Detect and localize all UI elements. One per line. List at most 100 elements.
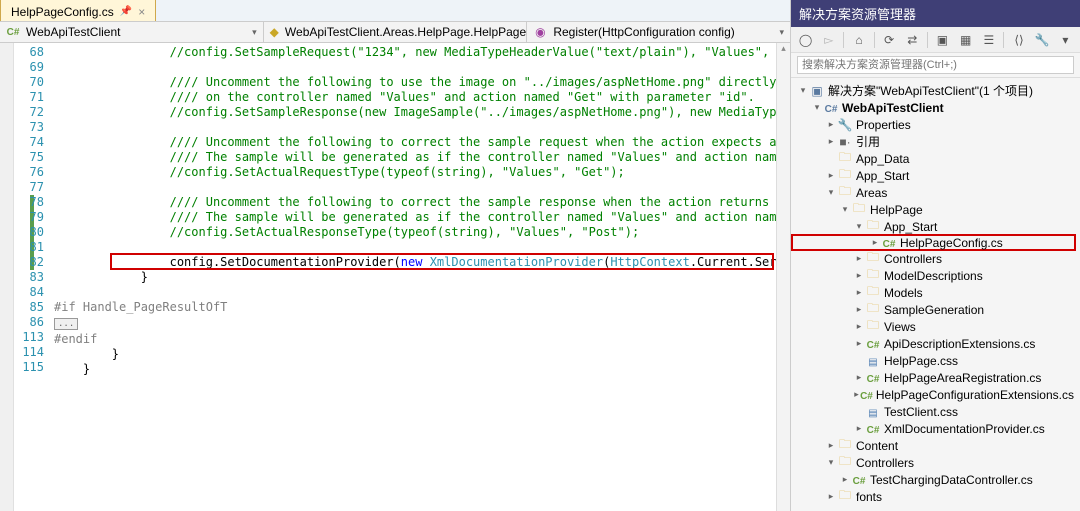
tree-node-views[interactable]: ▸🗀Views xyxy=(791,318,1080,335)
tree-label: Models xyxy=(884,286,923,300)
tree-label: 引用 xyxy=(856,133,880,150)
home-icon[interactable]: ⌂ xyxy=(850,31,867,49)
expand-icon[interactable]: ▾ xyxy=(797,85,809,96)
expand-icon[interactable]: ▸ xyxy=(825,119,837,130)
solution-toolbar: ◯ ▻ ⌂ ⟳ ⇄ ▣ ▦ ☰ ⟨⟩ 🔧 ▾ xyxy=(791,27,1080,53)
tree-node-hpconfig[interactable]: ▸C#HelpPageConfig.cs xyxy=(791,234,1076,251)
expand-icon[interactable]: ▸ xyxy=(853,372,865,383)
sync-icon[interactable]: ⇄ xyxy=(904,31,921,49)
tree-node-hp-appstart[interactable]: ▾🗀App_Start xyxy=(791,218,1080,235)
more-icon[interactable]: ▾ xyxy=(1057,31,1074,49)
expand-icon[interactable]: ▾ xyxy=(839,204,851,215)
tree-node-modeldesc[interactable]: ▸🗀ModelDescriptions xyxy=(791,267,1080,284)
tree-label: Content xyxy=(856,439,898,453)
expand-icon[interactable]: ▸ xyxy=(825,136,837,147)
forward-button[interactable]: ▻ xyxy=(820,31,837,49)
tree-node-apidesc[interactable]: ▸C#ApiDescriptionExtensions.cs xyxy=(791,335,1080,352)
expand-icon[interactable]: ▸ xyxy=(853,287,865,298)
expand-icon[interactable]: ▸ xyxy=(825,440,837,451)
tree-node-areas[interactable]: ▾🗀Areas xyxy=(791,184,1080,201)
expand-icon[interactable]: ▾ xyxy=(811,102,823,113)
class-dropdown[interactable]: C# WebApiTestClient ▾ xyxy=(0,22,264,42)
collapse-icon[interactable]: ▣ xyxy=(934,31,951,49)
tree-label: Controllers xyxy=(884,252,942,266)
expand-icon[interactable]: ▸ xyxy=(853,338,865,349)
expand-icon[interactable]: ▸ xyxy=(853,321,865,332)
tree-node-content[interactable]: ▸🗀Content xyxy=(791,437,1080,454)
wrench-icon: 🔧 xyxy=(837,118,853,132)
class-icon: ◆ xyxy=(270,25,279,39)
preview-icon[interactable]: ⟨⟩ xyxy=(1010,31,1027,49)
expand-icon[interactable]: ▸ xyxy=(853,304,865,315)
chevron-down-icon: ▾ xyxy=(252,27,257,38)
expand-icon[interactable]: ▾ xyxy=(825,457,837,468)
tree-node-project[interactable]: ▾C#WebApiTestClient xyxy=(791,99,1080,116)
expand-icon[interactable]: ▸ xyxy=(853,270,865,281)
cs-icon: C# xyxy=(860,388,873,402)
active-tab[interactable]: HelpPageConfig.cs 📌 × xyxy=(0,0,156,21)
csharp-icon: C# xyxy=(6,25,20,39)
tree-label: Properties xyxy=(856,118,911,132)
tree-node-solution[interactable]: ▾▣解决方案"WebApiTestClient"(1 个项目) xyxy=(791,82,1080,99)
css-icon: ▤ xyxy=(865,405,881,419)
back-button[interactable]: ◯ xyxy=(797,31,814,49)
vertical-scrollbar[interactable]: ▴ xyxy=(776,43,790,511)
solution-explorer: 解决方案资源管理器 ◯ ▻ ⌂ ⟳ ⇄ ▣ ▦ ☰ ⟨⟩ 🔧 ▾ ▾▣解决方案"… xyxy=(790,0,1080,511)
tree-node-hpcss[interactable]: ▤HelpPage.css xyxy=(791,352,1080,369)
search-box xyxy=(791,53,1080,78)
tree-node-controllers[interactable]: ▾🗀Controllers xyxy=(791,454,1080,471)
tree-node-samplegen[interactable]: ▸🗀SampleGeneration xyxy=(791,301,1080,318)
expand-icon[interactable]: ▸ xyxy=(869,237,881,248)
code-editor[interactable]: 6869707172737475767778798081828384858611… xyxy=(0,43,790,511)
tree-node-hp-controllers[interactable]: ▸🗀Controllers xyxy=(791,250,1080,267)
tree-node-references[interactable]: ▸■·引用 xyxy=(791,133,1080,150)
tree-label: HelpPage.css xyxy=(884,354,958,368)
expand-icon[interactable]: ▾ xyxy=(825,187,837,198)
show-all-icon[interactable]: ▦ xyxy=(957,31,974,49)
line-numbers: 6869707172737475767778798081828384858611… xyxy=(14,43,50,511)
wrench-icon[interactable]: 🔧 xyxy=(1034,31,1051,49)
tree-node-tcdc[interactable]: ▸C#TestChargingDataController.cs xyxy=(791,471,1080,488)
close-icon[interactable]: × xyxy=(138,5,145,19)
search-input[interactable] xyxy=(797,56,1074,74)
tree-node-appdata[interactable]: 🗀App_Data xyxy=(791,150,1080,167)
tree-label: Areas xyxy=(856,186,887,200)
tree-node-properties[interactable]: ▸🔧Properties xyxy=(791,116,1080,133)
tree-node-hpar[interactable]: ▸C#HelpPageAreaRegistration.cs xyxy=(791,369,1080,386)
namespace-dropdown[interactable]: ◆ WebApiTestClient.Areas.HelpPage.HelpPa… xyxy=(264,22,528,42)
expand-icon[interactable]: ▾ xyxy=(853,221,865,232)
expand-icon[interactable]: ▸ xyxy=(853,253,865,264)
code-surface[interactable]: //config.SetSampleRequest("1234", new Me… xyxy=(50,43,776,511)
tree-node-helppage[interactable]: ▾🗀HelpPage xyxy=(791,201,1080,218)
tree-node-fonts[interactable]: ▸🗀fonts xyxy=(791,488,1080,505)
tree-node-xdp[interactable]: ▸C#XmlDocumentationProvider.cs xyxy=(791,420,1080,437)
expand-icon[interactable]: ▸ xyxy=(825,170,837,181)
tree-label: App_Start xyxy=(856,169,909,183)
namespace-name: WebApiTestClient.Areas.HelpPage.HelpPage xyxy=(285,25,526,39)
expand-icon[interactable]: ▸ xyxy=(853,423,865,434)
tree-label: Controllers xyxy=(856,456,914,470)
cs-icon: C# xyxy=(881,236,897,250)
member-dropdown[interactable]: ◉ Register(HttpConfiguration config) ▾ xyxy=(527,22,790,42)
panel-title: 解决方案资源管理器 xyxy=(791,0,1080,27)
tree-label: HelpPageConfigurationExtensions.cs xyxy=(876,388,1074,402)
expand-icon[interactable]: ▸ xyxy=(825,491,837,502)
sln-icon: ▣ xyxy=(809,84,825,98)
refresh-icon[interactable]: ⟳ xyxy=(881,31,898,49)
pin-icon[interactable]: 📌 xyxy=(120,6,132,17)
scroll-up-icon[interactable]: ▴ xyxy=(777,43,790,57)
tree-label: TestChargingDataController.cs xyxy=(870,473,1033,487)
tree-label: fonts xyxy=(856,490,882,504)
tree-node-appstart[interactable]: ▸🗀App_Start xyxy=(791,167,1080,184)
proj-icon: C# xyxy=(823,101,839,115)
tab-title: HelpPageConfig.cs xyxy=(11,5,114,19)
expand-icon[interactable]: ▸ xyxy=(853,389,860,400)
cs-icon: C# xyxy=(865,371,881,385)
tree-label: HelpPageConfig.cs xyxy=(900,236,1003,250)
expand-icon[interactable]: ▸ xyxy=(839,474,851,485)
tree-node-tccss[interactable]: ▤TestClient.css xyxy=(791,403,1080,420)
tree-node-hpce[interactable]: ▸C#HelpPageConfigurationExtensions.cs xyxy=(791,386,1080,403)
properties-icon[interactable]: ☰ xyxy=(980,31,997,49)
tree-node-models[interactable]: ▸🗀Models xyxy=(791,284,1080,301)
solution-tree[interactable]: ▾▣解决方案"WebApiTestClient"(1 个项目)▾C#WebApi… xyxy=(791,78,1080,511)
